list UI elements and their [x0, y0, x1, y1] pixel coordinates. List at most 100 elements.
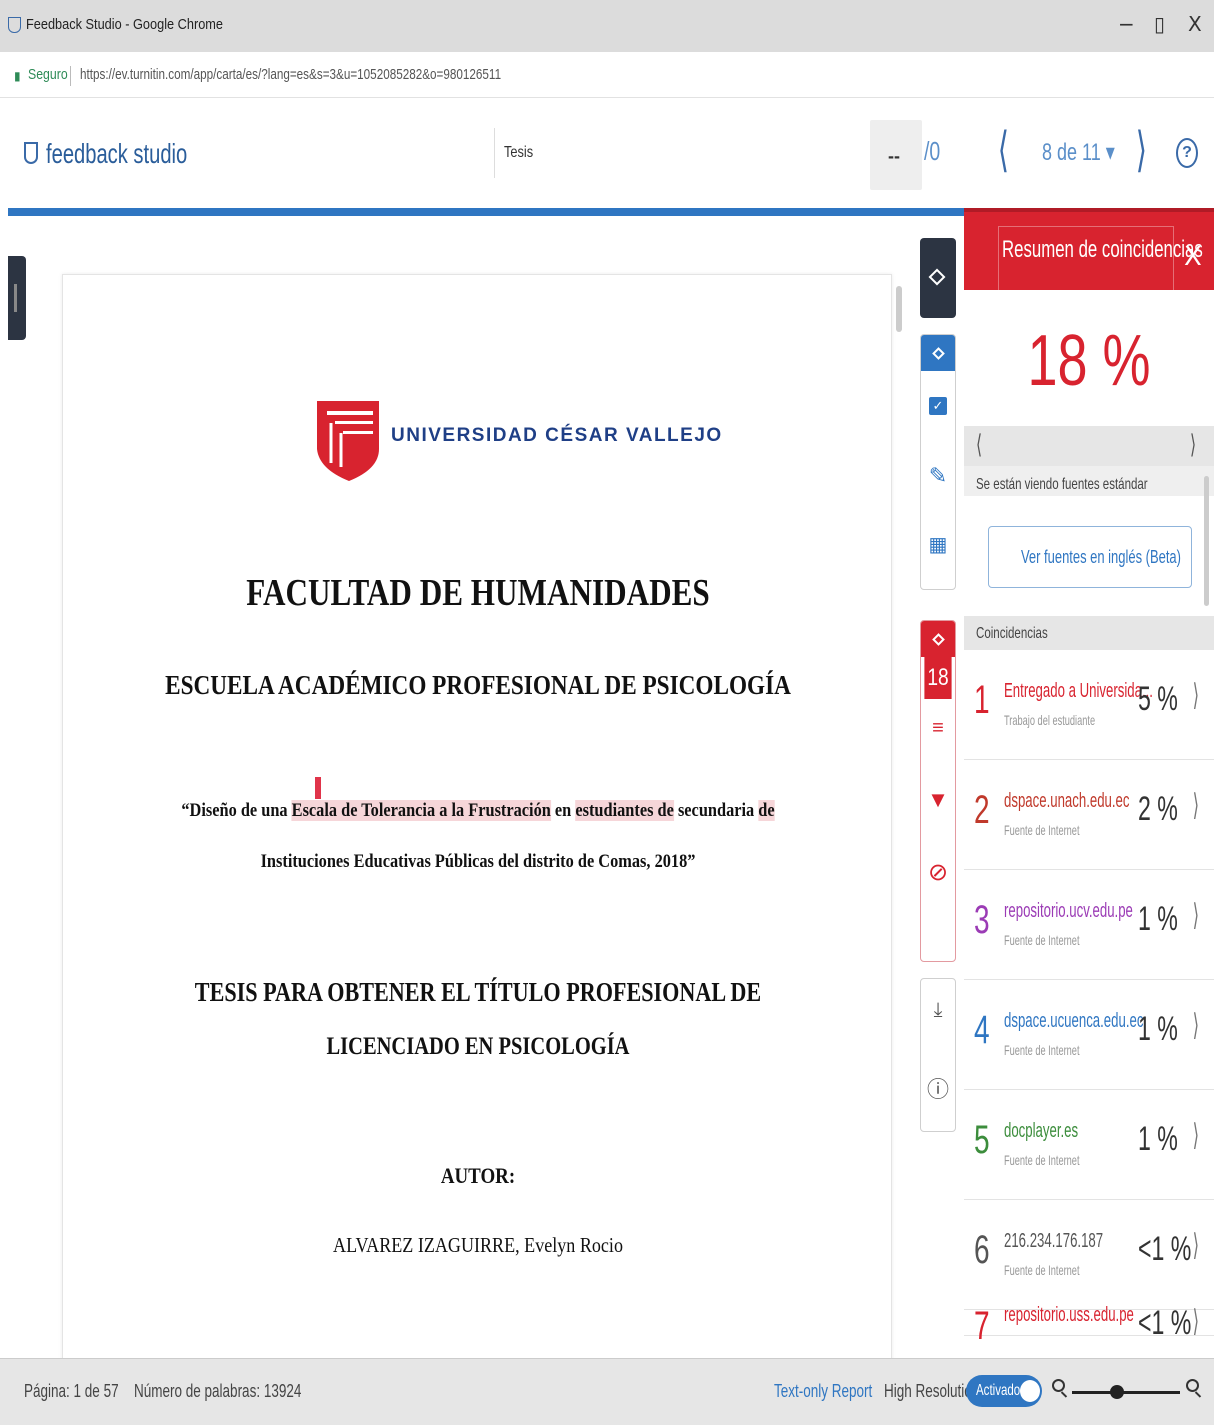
address-bar[interactable]: ▮ Seguro https://ev.turnitin.com/app/car…: [0, 52, 1214, 98]
previous-paper-chevron-icon[interactable]: ⟨: [998, 122, 1009, 178]
carousel-previous-chevron-icon[interactable]: ⟨: [976, 430, 982, 460]
match-source-link[interactable]: dspace.unach.edu.ec: [1004, 790, 1130, 813]
highlighted-match[interactable]: estudiantes de: [575, 800, 674, 821]
text-only-report-link[interactable]: Text-only Report: [774, 1381, 872, 1402]
match-row[interactable]: 6 216.234.176.187 Fuente de Internet <1 % ⟩: [964, 1200, 1214, 1310]
maximize-button[interactable]: ▯: [1154, 12, 1165, 36]
similarity-tools-group: 18 ≡ ▼ ⊘: [920, 620, 956, 962]
chevron-right-icon[interactable]: ⟩: [1193, 788, 1199, 823]
rubric-grid-icon[interactable]: ▦: [921, 529, 955, 559]
match-row[interactable]: 4 dspace.ucuenca.edu.ec Fuente de Internet…: [964, 980, 1214, 1090]
english-sources-button[interactable]: Ver fuentes en inglés (Beta): [988, 526, 1192, 588]
feedback-studio-logo-icon: [24, 142, 38, 164]
similarity-layer-icon[interactable]: [921, 621, 955, 657]
thesis-text: secundaria: [673, 800, 759, 821]
thesis-text: “Diseño de una: [181, 800, 292, 821]
degree-line-1: TESIS PARA OBTENER EL TÍTULO PROFESIONAL…: [194, 977, 762, 1007]
match-source-link[interactable]: repositorio.ucv.edu.pe: [1004, 900, 1133, 923]
paper-selector-dropdown[interactable]: 8 de 11 ▾: [1042, 138, 1115, 167]
layer-toolbar: ✓ ✎ ▦ 18 ≡ ▼ ⊘ ⤓ ⓘ: [912, 216, 964, 1358]
highlighted-match[interactable]: Escala de Tolerancia a la Frustración: [291, 800, 551, 821]
match-row[interactable]: 1 Entregado a Universida... Trabajo del es…: [964, 650, 1214, 760]
panel-header: Resumen de coincidencias X: [964, 208, 1214, 292]
match-source-link[interactable]: Entregado a Universida...: [1004, 680, 1153, 703]
match-overview-icon[interactable]: ≡: [921, 713, 955, 743]
next-paper-chevron-icon[interactable]: ⟩: [1136, 122, 1147, 178]
document-scrollbar[interactable]: [896, 286, 902, 332]
match-number: 7: [974, 1304, 990, 1348]
lock-icon: ▮: [14, 69, 21, 83]
zoom-slider-track[interactable]: [1072, 1391, 1180, 1394]
match-percent: <1 %: [1138, 1304, 1192, 1342]
zoom-out-icon[interactable]: [1052, 1379, 1065, 1392]
carousel-next-chevron-icon[interactable]: ⟩: [1190, 430, 1196, 460]
match-percent: 1 %: [1138, 900, 1178, 938]
panel-scrollbar[interactable]: [1204, 476, 1209, 606]
overall-similarity-percent: 18 %: [1027, 321, 1151, 401]
zoom-slider-handle[interactable]: [1110, 1385, 1124, 1399]
help-icon[interactable]: ?: [1176, 138, 1198, 168]
document-title: Tesis: [504, 144, 534, 161]
match-number: 3: [974, 898, 990, 942]
match-number: 5: [974, 1118, 990, 1162]
side-drawer-handle[interactable]: [8, 256, 26, 340]
grading-layer-icon[interactable]: [921, 335, 955, 371]
edit-comment-icon[interactable]: ✎: [921, 461, 955, 491]
thesis-title-line-1: “Diseño de una Escala de Tolerancia a la…: [121, 800, 835, 822]
toggle-label: Activado: [976, 1382, 1021, 1399]
match-overview-panel: Resumen de coincidencias X 18 % ⟨ ⟩ Se e…: [964, 208, 1214, 1358]
secure-label: Seguro: [28, 66, 68, 83]
document-viewer: UNIVERSIDAD CÉSAR VALLEJO FACULTAD DE HU…: [8, 216, 964, 1364]
author-label: AUTOR:: [440, 1163, 516, 1188]
grading-tools-group: ✓ ✎ ▦: [920, 334, 956, 590]
match-source-link[interactable]: 216.234.176.187: [1004, 1230, 1103, 1253]
page-number-input[interactable]: --: [870, 120, 922, 190]
progress-accent-bar: [8, 208, 964, 216]
match-number: 2: [974, 788, 990, 832]
browser-title-bar: Feedback Studio - Google Chrome − ▯ X: [0, 0, 1214, 52]
high-resolution-toggle[interactable]: Activado: [966, 1375, 1042, 1407]
info-icon[interactable]: ⓘ: [921, 1073, 955, 1103]
checkmark-icon[interactable]: ✓: [921, 391, 955, 421]
zoom-in-icon[interactable]: [1186, 1379, 1199, 1392]
match-source-link[interactable]: repositorio.uss.edu.pe: [1004, 1304, 1134, 1327]
chevron-right-icon[interactable]: ⟩: [1193, 898, 1199, 933]
match-source-type: Fuente de Internet: [1004, 1152, 1080, 1168]
thesis-text: en: [550, 800, 576, 821]
download-icon[interactable]: ⤓: [921, 995, 955, 1025]
match-source-link[interactable]: dspace.ucuenca.edu.ec: [1004, 1010, 1143, 1033]
status-bar: Página: 1 de 57 Número de palabras: 1392…: [0, 1358, 1214, 1425]
match-marker[interactable]: [315, 777, 321, 799]
matches-header: Coincidencias: [964, 616, 1214, 650]
exclude-icon[interactable]: ⊘: [921, 857, 955, 887]
chevron-right-icon[interactable]: ⟩: [1193, 1008, 1199, 1043]
similarity-score-badge[interactable]: 18: [924, 657, 952, 699]
layers-toggle-button[interactable]: [920, 238, 956, 318]
utility-tools-group: ⤓ ⓘ: [920, 978, 956, 1132]
chevron-right-icon[interactable]: ⟩: [1193, 1304, 1199, 1339]
window-title: Feedback Studio - Google Chrome: [26, 16, 224, 33]
close-panel-button[interactable]: X: [1184, 242, 1202, 272]
minimize-button[interactable]: −: [1118, 12, 1135, 36]
filter-icon[interactable]: ▼: [921, 785, 955, 815]
degree-line-2: LICENCIADO EN PSICOLOGÍA: [326, 1033, 630, 1060]
high-resolution-label: High Resolution: [884, 1381, 980, 1401]
match-row[interactable]: 2 dspace.unach.edu.ec Fuente de Internet 2 …: [964, 760, 1214, 870]
match-source-link[interactable]: docplayer.es: [1004, 1120, 1078, 1143]
layers-icon: [920, 262, 954, 292]
match-row[interactable]: 7 repositorio.uss.edu.pe <1 % ⟩: [964, 1304, 1214, 1348]
chevron-right-icon[interactable]: ⟩: [1193, 1118, 1199, 1153]
app-logo-text: feedback studio: [46, 138, 188, 169]
highlighted-match[interactable]: de: [758, 800, 775, 821]
url-text[interactable]: https://ev.turnitin.com/app/carta/es/?la…: [80, 66, 501, 83]
close-window-button[interactable]: X: [1188, 12, 1202, 36]
page-number-value: --: [888, 146, 900, 166]
match-number: 4: [974, 1008, 990, 1052]
chevron-right-icon[interactable]: ⟩: [1193, 678, 1199, 713]
match-row[interactable]: 3 repositorio.ucv.edu.pe Fuente de Interne…: [964, 870, 1214, 980]
match-source-type: Trabajo del estudiante: [1004, 712, 1096, 728]
matches-header-label: Coincidencias: [976, 625, 1048, 642]
chevron-right-icon[interactable]: ⟩: [1193, 1228, 1199, 1263]
viewing-sources-text: Se están viendo fuentes estándar: [976, 476, 1148, 493]
match-row[interactable]: 5 docplayer.es Fuente de Internet 1 % ⟩: [964, 1090, 1214, 1200]
